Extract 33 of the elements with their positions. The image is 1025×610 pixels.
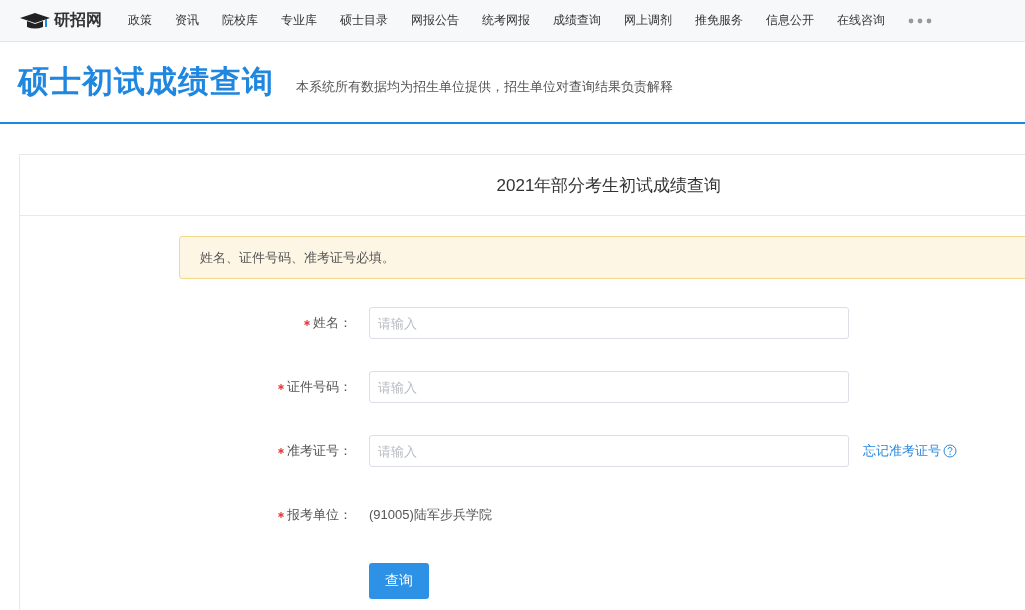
nav-link[interactable]: 专业库 [281, 12, 317, 29]
nav-link[interactable]: 网上调剂 [624, 12, 672, 29]
required-asterisk-icon [278, 512, 284, 518]
page-subtitle: 本系统所有数据均为招生单位提供，招生单位对查询结果负责解释 [296, 78, 673, 96]
nav-link[interactable]: 成绩查询 [553, 12, 601, 29]
page-title: 硕士初试成绩查询 [18, 63, 274, 101]
graduation-cap-icon [20, 12, 50, 29]
notice-banner: 姓名、证件号码、准考证号必填。 [179, 236, 1025, 279]
field-label: 准考证号： [287, 442, 352, 460]
forgot-link[interactable]: 忘记准考证号 [863, 442, 957, 460]
input-field[interactable]: 请输入 [369, 435, 849, 467]
required-asterisk-icon [278, 384, 284, 390]
field-label: 报考单位： [287, 506, 352, 524]
nav-link[interactable]: 院校库 [222, 12, 258, 29]
field-label: 姓名： [313, 314, 352, 332]
required-asterisk-icon [278, 448, 284, 454]
more-icon[interactable] [908, 17, 932, 24]
nav-link[interactable]: 推免服务 [695, 12, 743, 29]
help-icon [943, 444, 957, 458]
input-field[interactable]: 请输入 [369, 307, 849, 339]
field-value: (91005)陆军步兵学院 [369, 506, 492, 524]
nav-link[interactable]: 政策 [128, 12, 152, 29]
card-title: 2021年部分考生初试成绩查询 [496, 174, 722, 197]
site-logo-text[interactable]: 研招网 [54, 10, 102, 31]
nav-link[interactable]: 资讯 [175, 12, 199, 29]
nav-link[interactable]: 统考网报 [482, 12, 530, 29]
input-field[interactable]: 请输入 [369, 371, 849, 403]
nav-link[interactable]: 网报公告 [411, 12, 459, 29]
nav-link[interactable]: 信息公开 [766, 12, 814, 29]
nav-link[interactable]: 在线咨询 [837, 12, 885, 29]
nav-link[interactable]: 硕士目录 [340, 12, 388, 29]
required-asterisk-icon [304, 320, 310, 326]
field-label: 证件号码： [287, 378, 352, 396]
